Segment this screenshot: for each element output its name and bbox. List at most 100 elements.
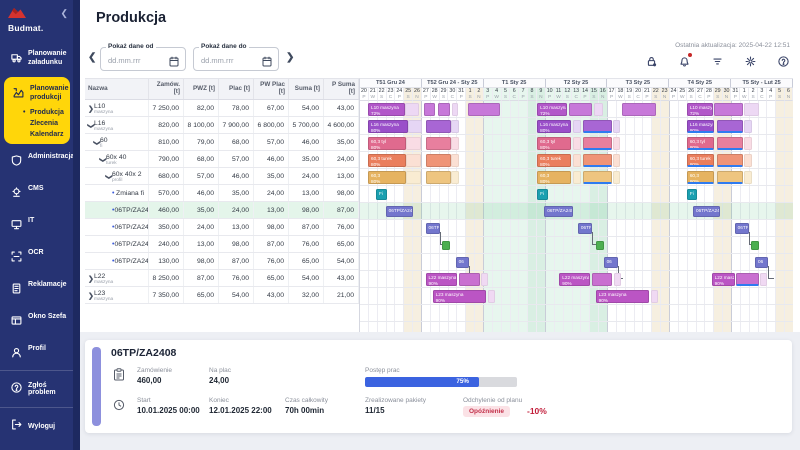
gantt-bar[interactable]: [744, 154, 753, 167]
gantt-bar[interactable]: Fi: [686, 189, 698, 200]
gantt-bar[interactable]: L22 maszyna90%: [425, 273, 458, 286]
gantt-bar[interactable]: [613, 154, 621, 167]
gantt-bar[interactable]: Fi: [537, 189, 548, 200]
gantt-bar[interactable]: [487, 290, 495, 303]
row-name-cell[interactable]: ❯ 60x 40 turek: [85, 151, 149, 167]
gantt-bar[interactable]: [572, 154, 581, 167]
help-icon[interactable]: [778, 54, 790, 67]
table-row[interactable]: ❯ 60x 40x 2 profil 680,00 57,00 46,00 35,00 24,…: [85, 168, 359, 185]
gantt-bar[interactable]: L23 maszyna 90%: [432, 290, 486, 303]
gantt-bar[interactable]: 60,3 tyl 80%: [686, 137, 715, 150]
sidebar-item-reklamacje[interactable]: Reklamacje: [0, 274, 80, 306]
gantt-bar[interactable]: [425, 171, 452, 184]
row-name-cell[interactable]: ❯ L10 maszyna: [85, 100, 149, 116]
sidebar-subitem-produkcja[interactable]: • Produkcja: [6, 105, 68, 117]
sidebar-item-profil[interactable]: Profil: [0, 338, 80, 370]
sidebar-item-okno-szefa[interactable]: Okno Szefa: [0, 306, 80, 338]
gantt-bar[interactable]: [744, 137, 753, 150]
gantt-bar[interactable]: L10 maszyna72%: [537, 103, 568, 116]
gantt-bar[interactable]: [613, 171, 621, 184]
sidebar-footer-zg-o-problem[interactable]: Zgłoś problem: [0, 370, 73, 407]
gantt-bar[interactable]: [744, 120, 753, 133]
calendar-icon[interactable]: [169, 54, 179, 72]
table-row[interactable]: • Zmiana fi 570,00 46,00 35,00 24,00 13,00 98,0…: [85, 185, 359, 202]
sidebar-item-planowanie-za-adunku[interactable]: Planowanie załadunku: [0, 43, 80, 75]
sidebar-item-cms[interactable]: CMS: [0, 178, 80, 210]
gantt-bar[interactable]: [613, 120, 621, 133]
gantt-bar[interactable]: [451, 171, 460, 184]
gantt-bar[interactable]: [406, 171, 422, 184]
collapse-arrow-icon[interactable]: ❯: [105, 174, 113, 180]
gantt-bar[interactable]: [572, 171, 581, 184]
gantt-bar[interactable]: [716, 120, 743, 133]
gantt-bar[interactable]: 06: [455, 257, 469, 268]
date-to-field[interactable]: Pokaż dane do dd.mm.rrr: [193, 43, 279, 72]
table-row[interactable]: ❯ 60 fi 810,00 79,00 68,00 57,00 46,00 35,00: [85, 134, 359, 151]
gantt-bar[interactable]: [442, 241, 451, 250]
gantt-bar[interactable]: [481, 273, 489, 286]
gantt-bar[interactable]: [614, 273, 622, 286]
sidebar-subitem-kalendarz[interactable]: Kalendarz: [6, 127, 68, 138]
gantt-bar[interactable]: [583, 120, 612, 133]
gantt-bar[interactable]: [451, 137, 460, 150]
gantt-bar[interactable]: L10 maszyna72%: [686, 103, 713, 116]
sidebar-collapse-icon[interactable]: ❮: [60, 8, 68, 19]
row-name-cell[interactable]: ❯ L23 maszyna: [85, 287, 149, 303]
gantt-bar[interactable]: [425, 137, 452, 150]
gantt-bar[interactable]: 60,3 80%: [686, 171, 715, 184]
settings-icon[interactable]: [745, 54, 757, 67]
gantt-bar[interactable]: [593, 103, 603, 116]
gantt-bar[interactable]: 06TP/ZA2408: [385, 206, 414, 217]
gantt-bar[interactable]: [451, 154, 460, 167]
gantt-bar[interactable]: L16 maszyna80%: [686, 120, 715, 133]
row-name-cell[interactable]: •06TP/ZA2410: [85, 236, 149, 252]
gantt-bar[interactable]: [583, 137, 612, 150]
gantt-bar[interactable]: [583, 171, 612, 184]
table-row[interactable]: •06TP/ZA2411130,0098,0087,0076,0065,0054…: [85, 253, 359, 270]
lock-icon[interactable]: [646, 54, 658, 67]
row-name-cell[interactable]: ❯ L22 maszyna: [85, 270, 149, 286]
table-row[interactable]: •06TP/ZA2410240,0013,0098,0087,0076,0065…: [85, 236, 359, 253]
gantt-bar[interactable]: 60,3 turek 80%: [537, 154, 571, 167]
gantt-bar[interactable]: [423, 103, 436, 116]
gantt-bar[interactable]: L10 maszyna72%: [367, 103, 406, 116]
gantt-bar[interactable]: L16 maszyna80%: [537, 120, 571, 133]
collapse-arrow-icon[interactable]: ❯: [87, 123, 95, 129]
row-name-cell[interactable]: •06TP/ZA2408: [85, 202, 149, 218]
gantt-bar[interactable]: [716, 137, 743, 150]
gantt-bar[interactable]: 60,3 80%: [367, 171, 407, 184]
gantt-bar[interactable]: 06: [755, 257, 769, 268]
row-name-cell[interactable]: •06TP/ZA2409: [85, 219, 149, 235]
gantt-bar[interactable]: 06TP/ZA2408: [544, 206, 573, 217]
gantt-bar[interactable]: [751, 241, 760, 250]
sidebar-item-administracja[interactable]: Administracja: [0, 146, 80, 178]
gantt-bar[interactable]: L22 maszyna90%: [711, 273, 735, 286]
gantt-bar[interactable]: L16 maszyna80%: [367, 120, 408, 133]
bell-icon[interactable]: [679, 52, 693, 67]
gantt-bar[interactable]: Fi: [375, 189, 387, 200]
gantt-bar[interactable]: [437, 103, 451, 116]
collapse-arrow-icon[interactable]: ❯: [93, 140, 101, 146]
table-row[interactable]: ❯ 60x 40 turek 790,00 68,00 57,00 46,00 35,00 24…: [85, 151, 359, 168]
calendar-icon[interactable]: [262, 54, 272, 72]
gantt-bar[interactable]: [716, 171, 743, 184]
gantt-bar[interactable]: [452, 103, 459, 116]
table-row[interactable]: •06TP/ZA2408460,0035,0024,0013,0098,0087…: [85, 202, 359, 219]
gantt-bar[interactable]: [569, 103, 593, 116]
filter-icon[interactable]: [712, 54, 724, 66]
gantt-bar[interactable]: [406, 154, 422, 167]
gantt-bar[interactable]: [613, 137, 621, 150]
sidebar-footer-wyloguj[interactable]: Wyloguj: [0, 407, 73, 444]
gantt-bar[interactable]: [736, 273, 759, 286]
gantt-bar[interactable]: [595, 241, 604, 250]
row-name-cell[interactable]: ❯ L16 maszyna: [85, 117, 149, 133]
sidebar-subitem-zlecenia[interactable]: Zlecenia: [6, 116, 68, 127]
gantt-bar[interactable]: [622, 103, 656, 116]
gantt-bar[interactable]: 60,3 turek 80%: [686, 154, 715, 167]
gantt-bar[interactable]: [714, 103, 743, 116]
gantt-bar[interactable]: [760, 273, 768, 286]
gantt-bar[interactable]: [468, 103, 500, 116]
gantt-bar[interactable]: 06TP: [577, 223, 593, 234]
sidebar-item-planowanie-produkcji[interactable]: Planowanie produkcji: [6, 81, 69, 105]
collapse-arrow-icon[interactable]: ❯: [99, 157, 107, 163]
